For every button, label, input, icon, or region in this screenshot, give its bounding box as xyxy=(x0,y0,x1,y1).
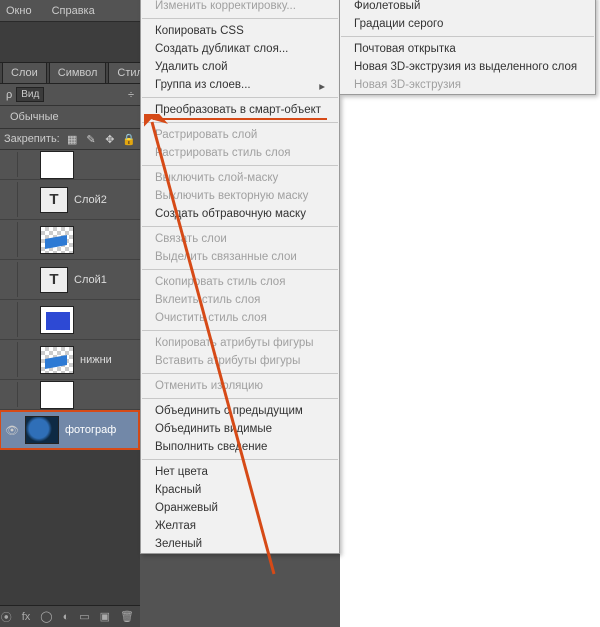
menu-item[interactable]: Преобразовать в смарт-объект xyxy=(141,101,339,119)
visibility-icon[interactable]: 👁 xyxy=(3,414,21,446)
menu-item[interactable]: Почтовая открытка xyxy=(340,40,595,58)
new-layer-icon[interactable]: ▣ xyxy=(100,610,110,624)
layers-panel: Слои Символ Стил ρ Вид ÷ Обычные Закрепи… xyxy=(0,22,140,627)
layer-name: Слой1 xyxy=(74,274,107,286)
menu-item: Новая 3D-экструзия xyxy=(340,76,595,94)
menu-item[interactable]: Зеленый xyxy=(141,535,339,553)
menu-item: Растрировать слой xyxy=(141,126,339,144)
menu-item: Изменить корректировку... xyxy=(141,0,339,15)
layer-name: Слой2 xyxy=(74,194,107,206)
menu-help[interactable]: Справка xyxy=(52,5,95,17)
blend-mode-select[interactable]: Обычные xyxy=(6,109,63,125)
lock-row: Закрепить: ▦ ✎ ✥ 🔒 xyxy=(0,129,140,150)
layer-row[interactable]: нижни xyxy=(0,340,140,380)
menu-item: Отменить изоляцию xyxy=(141,377,339,395)
menu-item[interactable]: Создать обтравочную маску xyxy=(141,205,339,223)
menu-item[interactable]: Удалить слой xyxy=(141,58,339,76)
menu-item[interactable]: Новая 3D-экструзия из выделенного слоя xyxy=(340,58,595,76)
lock-brush-icon[interactable]: ✎ xyxy=(85,132,98,146)
lock-all-icon[interactable]: 🔒 xyxy=(122,132,136,146)
layers-panel-footer: ⦿ fx ◯ ◐ ▭ ▣ 🗑 xyxy=(0,605,140,627)
menu-item: Выключить векторную маску xyxy=(141,187,339,205)
menu-item[interactable]: Нет цвета xyxy=(141,463,339,481)
mask-icon[interactable]: ◯ xyxy=(40,610,52,624)
visibility-icon[interactable] xyxy=(18,152,36,177)
adjustment-icon[interactable]: ◐ xyxy=(63,610,70,624)
visibility-icon[interactable] xyxy=(18,382,36,407)
menu-item: Выделить связанные слои xyxy=(141,248,339,266)
layer-row[interactable] xyxy=(0,380,140,410)
menu-item[interactable]: Фиолетовый xyxy=(340,0,595,15)
layer-row[interactable] xyxy=(0,150,140,180)
layer-row-selected[interactable]: 👁 фотограф xyxy=(0,410,140,450)
layer-thumbnail xyxy=(25,416,59,444)
layer-thumbnail xyxy=(40,306,74,334)
layer-name: нижни xyxy=(80,354,112,366)
menu-item[interactable]: Желтая xyxy=(141,517,339,535)
layers-list: T Слой2 T Слой1 нижни 👁 xyxy=(0,150,140,450)
fx-icon[interactable]: fx xyxy=(22,610,31,624)
lock-move-icon[interactable]: ✥ xyxy=(103,132,116,146)
menu-item: Копировать атрибуты фигуры xyxy=(141,334,339,352)
menu-item[interactable]: Объединить с предыдущим xyxy=(141,402,339,420)
group-icon[interactable]: ▭ xyxy=(79,610,89,624)
menu-item: Вставить атрибуты фигуры xyxy=(141,352,339,370)
layer-row[interactable]: T Слой1 xyxy=(0,260,140,300)
menu-item: Растрировать стиль слоя xyxy=(141,144,339,162)
lock-label: Закрепить: xyxy=(4,133,60,145)
menu-item[interactable]: Градации серого xyxy=(340,15,595,33)
filter-kind-select[interactable]: Вид xyxy=(16,87,44,102)
layer-thumbnail xyxy=(40,226,74,254)
type-layer-icon: T xyxy=(40,267,68,293)
menu-item: Выключить слой-маску xyxy=(141,169,339,187)
menu-item: Скопировать стиль слоя xyxy=(141,273,339,291)
menu-item[interactable]: Группа из слоев... xyxy=(141,76,339,94)
tab-symbol[interactable]: Символ xyxy=(49,62,107,83)
menu-item[interactable]: Выполнить сведение xyxy=(141,438,339,456)
visibility-icon[interactable] xyxy=(18,182,36,217)
visibility-icon[interactable] xyxy=(18,222,36,257)
layer-row[interactable]: T Слой2 xyxy=(0,180,140,220)
visibility-icon[interactable] xyxy=(18,302,36,337)
blend-mode-row: Обычные xyxy=(0,106,140,129)
menu-item[interactable]: Объединить видимые xyxy=(141,420,339,438)
layer-context-menu[interactable]: Изменить корректировку...Копировать CSSС… xyxy=(140,0,340,554)
lock-transparency-icon[interactable]: ▦ xyxy=(66,132,79,146)
menu-item[interactable]: Оранжевый xyxy=(141,499,339,517)
panel-tabs: Слои Символ Стил xyxy=(0,62,140,84)
menu-item[interactable]: Красный xyxy=(141,481,339,499)
tab-layers[interactable]: Слои xyxy=(2,62,47,83)
menu-item[interactable]: Копировать CSS xyxy=(141,22,339,40)
layer-row[interactable] xyxy=(0,300,140,340)
menu-item: Вклеить стиль слоя xyxy=(141,291,339,309)
layer-name: фотограф xyxy=(65,424,116,436)
layer-filter-row: ρ Вид ÷ xyxy=(0,84,140,106)
layer-thumbnail xyxy=(40,346,74,374)
layer-thumbnail xyxy=(40,151,74,179)
visibility-icon[interactable] xyxy=(18,262,36,297)
layer-row[interactable] xyxy=(0,220,140,260)
menu-window[interactable]: Окно xyxy=(6,5,32,17)
type-layer-icon: T xyxy=(40,187,68,213)
menu-item[interactable]: Создать дубликат слоя... xyxy=(141,40,339,58)
link-layers-icon[interactable]: ⦿ xyxy=(1,610,12,624)
trash-icon[interactable]: 🗑 xyxy=(120,610,134,624)
layer-thumbnail xyxy=(40,381,74,409)
menu-item: Очистить стиль слоя xyxy=(141,309,339,327)
menu-item: Связать слои xyxy=(141,230,339,248)
visibility-icon[interactable] xyxy=(18,342,36,377)
layer-context-submenu[interactable]: ФиолетовыйГрадации серого Почтовая открыт… xyxy=(340,0,596,95)
